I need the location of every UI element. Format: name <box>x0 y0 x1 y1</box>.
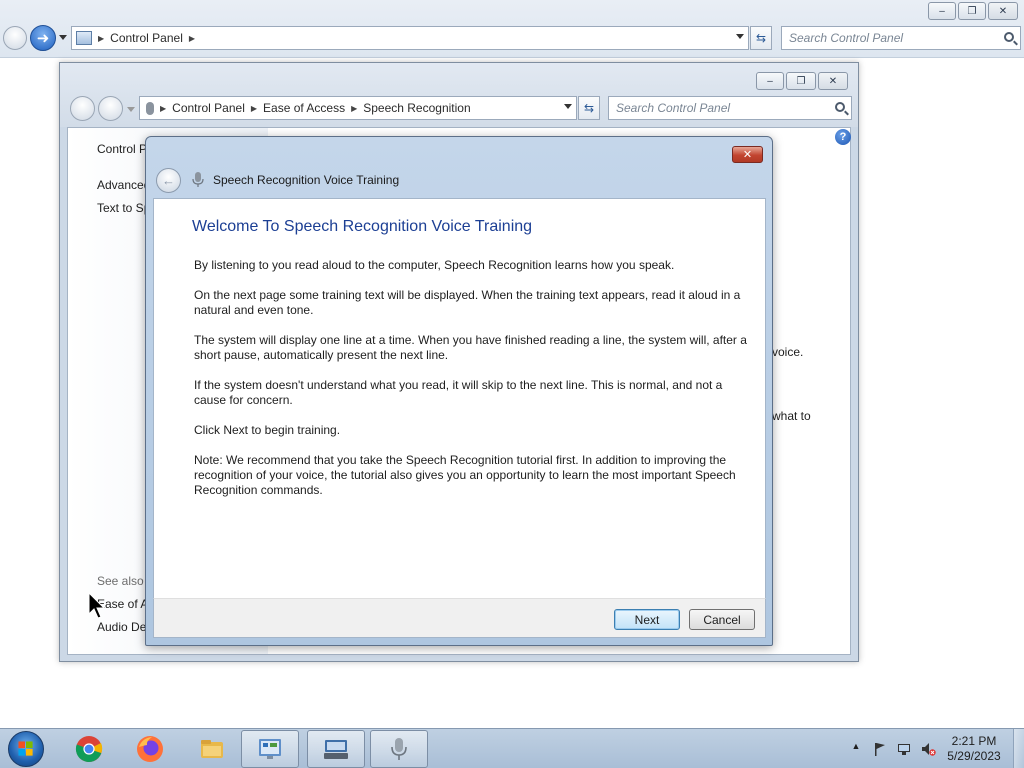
firefox-icon <box>137 736 163 762</box>
address-dropdown-icon[interactable] <box>564 104 572 109</box>
breadcrumb-arrow-icon: ▶ <box>188 33 196 43</box>
refresh-icon: ⇆ <box>755 31 767 45</box>
system-clock[interactable]: 2:21 PM 5/29/2023 <box>938 734 1010 764</box>
taskbar-control-panel[interactable] <box>241 730 299 768</box>
taskbar-on-screen-keyboard[interactable] <box>307 730 365 768</box>
control-panel-icon <box>259 739 281 759</box>
network-icon[interactable] <box>896 741 912 757</box>
forward-button[interactable]: ➜ <box>30 25 56 51</box>
outer-caption-buttons: – ❐ ✕ <box>926 2 1018 20</box>
left-link-control-panel-home[interactable]: Control P <box>97 142 147 156</box>
recent-pages-chevron-icon[interactable] <box>59 35 67 40</box>
restore-icon: ❐ <box>967 5 977 17</box>
arrow-right-icon: ➜ <box>36 30 50 47</box>
paragraph-training-text: On the next page some training text will… <box>194 288 741 317</box>
dialog-back-button[interactable]: ← <box>156 168 181 193</box>
breadcrumb-arrow-icon: ▶ <box>250 103 258 113</box>
arrow-left-icon: ← <box>162 173 175 188</box>
refresh-button[interactable]: ⇆ <box>750 26 772 50</box>
refresh-icon: ⇆ <box>583 101 595 115</box>
back-button[interactable] <box>3 26 27 50</box>
minimize-button[interactable]: – <box>756 72 784 90</box>
restore-button[interactable]: ❐ <box>958 2 986 20</box>
breadcrumb-ease-of-access[interactable]: Ease of Access <box>263 101 345 115</box>
see-also-link-audio-devices[interactable]: Audio De <box>97 620 146 634</box>
left-link-text-to-speech[interactable]: Text to Sp <box>97 201 150 215</box>
windows-logo-icon <box>18 741 33 756</box>
volume-muted-icon[interactable] <box>920 741 936 757</box>
taskbar-file-explorer[interactable] <box>183 730 241 768</box>
microphone-icon <box>192 172 204 187</box>
search-icon[interactable] <box>1004 32 1014 42</box>
clock-time: 2:21 PM <box>951 734 997 748</box>
clock-date: 5/29/2023 <box>947 749 1001 763</box>
address-dropdown-icon[interactable] <box>736 34 744 39</box>
inner-search-input[interactable]: Search Control Panel <box>608 96 852 120</box>
control-panel-icon <box>76 31 92 45</box>
close-button[interactable]: ✕ <box>818 72 848 90</box>
main-text-fragment: voice. <box>772 345 804 359</box>
start-button[interactable] <box>8 731 44 767</box>
show-desktop-button[interactable] <box>1013 729 1024 768</box>
maximize-icon: ❐ <box>796 75 806 87</box>
close-icon: ✕ <box>742 149 753 161</box>
minimize-icon: – <box>939 5 945 17</box>
close-icon: ✕ <box>828 75 838 87</box>
cancel-button[interactable]: Cancel <box>689 609 755 630</box>
paragraph-note: Note: We recommend that you take the Spe… <box>194 453 736 497</box>
speech-recognition-icon <box>391 738 407 760</box>
dialog-heading: Welcome To Speech Recognition Voice Trai… <box>192 218 533 235</box>
main-text-fragment[interactable]: what to <box>772 409 811 423</box>
microphone-icon <box>146 101 154 115</box>
breadcrumb-arrow-icon: ▶ <box>160 103 167 113</box>
dialog-title: Speech Recognition Voice Training <box>213 173 400 187</box>
show-hidden-icons-chevron-icon[interactable]: ▲ <box>848 741 864 757</box>
minimize-button[interactable]: – <box>928 2 956 20</box>
maximize-button[interactable]: ❐ <box>786 72 816 90</box>
help-icon[interactable]: ? <box>835 129 851 145</box>
breadcrumb-control-panel[interactable]: Control Panel <box>172 101 245 115</box>
paragraph-line-by-line: The system will display one line at a ti… <box>194 333 747 362</box>
voice-training-dialog: ✕ ← Speech Recognition Voice Training We… <box>145 136 773 646</box>
breadcrumb-arrow-icon: ▶ <box>351 103 358 113</box>
forward-button[interactable] <box>98 96 123 121</box>
close-button[interactable]: ✕ <box>988 2 1018 20</box>
file-explorer-icon <box>201 740 223 758</box>
notification-area: ▲ <box>844 729 940 768</box>
paragraph-intro: By listening to you read aloud to the co… <box>194 258 675 272</box>
inner-caption-buttons: – ❐ ✕ <box>754 72 848 90</box>
next-button[interactable]: Next <box>614 609 680 630</box>
breadcrumb-speech-recognition[interactable]: Speech Recognition <box>363 101 470 115</box>
paragraph-click-next: Click Next to begin training. <box>194 423 341 437</box>
breadcrumb-arrow-icon: ▶ <box>98 33 105 43</box>
minimize-icon: – <box>767 75 773 87</box>
refresh-button[interactable]: ⇆ <box>578 96 600 120</box>
dialog-content: Welcome To Speech Recognition Voice Trai… <box>153 198 766 598</box>
inner-window-chrome: – ❐ ✕ ▶ Control Panel ▶ Ease of Access ▶… <box>60 63 858 127</box>
taskbar-firefox[interactable] <box>121 730 179 768</box>
search-placeholder: Search Control Panel <box>789 31 904 45</box>
see-also-heading: See also <box>97 574 144 588</box>
outer-window-chrome: – ❐ ✕ ➜ ▶ Control Panel ▶ ⇆ Search Contr… <box>0 0 1024 58</box>
paragraph-skip-line: If the system doesn't understand what yo… <box>194 378 723 407</box>
action-center-flag-icon[interactable] <box>872 741 888 757</box>
dialog-close-button[interactable]: ✕ <box>732 146 763 163</box>
back-button[interactable] <box>70 96 95 121</box>
taskbar-speech-recognition[interactable] <box>370 730 428 768</box>
on-screen-keyboard-icon <box>324 740 348 759</box>
mouse-pointer-icon <box>88 592 106 619</box>
breadcrumb-control-panel[interactable]: Control Panel <box>110 31 183 45</box>
left-link-advanced[interactable]: Advanced <box>97 178 150 192</box>
chrome-icon <box>75 736 103 763</box>
close-icon: ✕ <box>998 5 1008 17</box>
outer-address-bar[interactable]: ▶ Control Panel ▶ <box>71 26 749 50</box>
outer-search-input[interactable]: Search Control Panel <box>781 26 1021 50</box>
taskbar-chrome[interactable] <box>60 730 118 768</box>
search-icon[interactable] <box>835 102 845 112</box>
inner-address-bar[interactable]: ▶ Control Panel ▶ Ease of Access ▶ Speec… <box>139 96 577 120</box>
search-placeholder: Search Control Panel <box>616 101 731 115</box>
dialog-footer: Next Cancel <box>153 598 766 638</box>
recent-pages-chevron-icon[interactable] <box>127 107 135 112</box>
taskbar: ▲ 2:21 PM 5/29/2023 <box>0 728 1024 768</box>
